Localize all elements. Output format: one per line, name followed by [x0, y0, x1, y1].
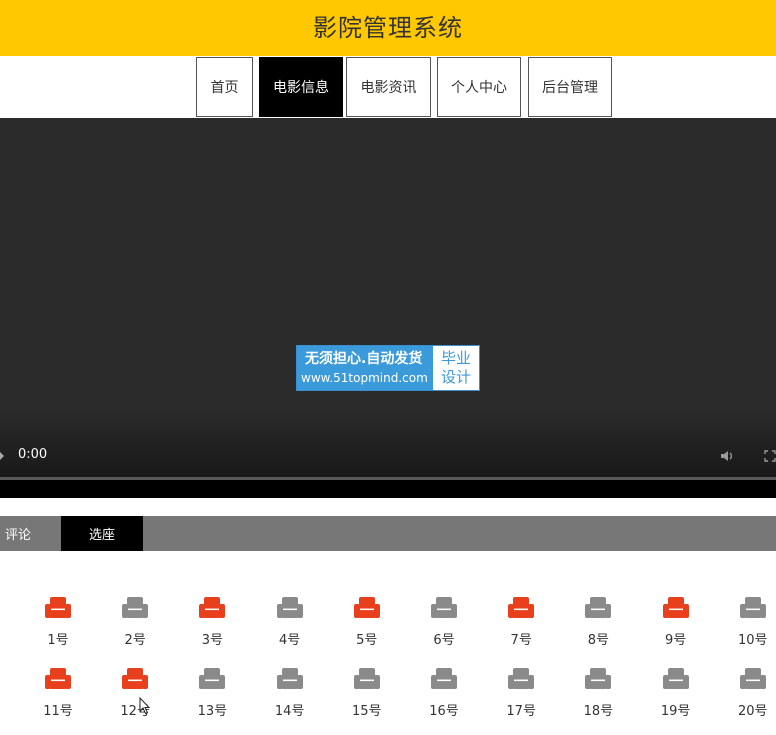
fullscreen-icon[interactable] [764, 449, 776, 463]
watermark-side1: 毕业 [440, 349, 471, 367]
seat-number: 18号 [583, 704, 614, 719]
watermark-banner: 无须担心.自动发货 www.51topmind.com 毕业 设计 [296, 345, 480, 391]
seat-icon [739, 597, 766, 618]
seat-8[interactable]: 8号 [573, 596, 623, 656]
seat-icon [431, 668, 457, 689]
video-player[interactable]: 0:00 无须担心.自动发货 www.51topmind.com 毕业 设计 [0, 118, 776, 498]
seat-number: 7号 [510, 633, 532, 648]
seat-11[interactable]: 11号 [33, 667, 83, 727]
main-nav: 首页 电影信息 电影资讯 个人中心 后台管理 [0, 56, 776, 118]
seat-2[interactable]: 2号 [110, 596, 160, 656]
seat-number: 19号 [660, 704, 691, 719]
seat-13[interactable]: 13号 [187, 667, 237, 727]
seat-4[interactable]: 4号 [265, 596, 315, 656]
seat-10[interactable]: 10号 [728, 596, 776, 656]
seat-icon [508, 597, 535, 618]
seat-number: 2号 [124, 633, 146, 648]
volume-icon[interactable] [720, 449, 736, 463]
seat-number: 15号 [352, 704, 382, 719]
seat-icon [431, 597, 457, 618]
seat-number: 14号 [274, 704, 305, 719]
seat-9[interactable]: 9号 [651, 596, 701, 656]
seat-icon [662, 668, 689, 689]
nav-item-movie-news[interactable]: 电影资讯 [346, 57, 431, 117]
nav-item-personal-center[interactable]: 个人中心 [437, 57, 521, 117]
seat-number: 16号 [429, 704, 459, 719]
watermark-side2: 设计 [440, 368, 471, 386]
seat-16[interactable]: 16号 [419, 667, 469, 727]
seat-15[interactable]: 15号 [342, 667, 392, 727]
seat-icon [353, 597, 380, 618]
seat-number: 10号 [738, 633, 768, 648]
seat-icon [739, 668, 766, 689]
watermark-line1: 无须担心.自动发货 [305, 351, 423, 367]
seat-number: 6号 [433, 633, 455, 648]
video-bottom-bar [0, 480, 776, 498]
nav-item-home[interactable]: 首页 [196, 57, 253, 117]
seat-1[interactable]: 1号 [33, 596, 83, 656]
nav-item-admin[interactable]: 后台管理 [528, 57, 612, 117]
seat-icon [199, 597, 226, 618]
progress-bar[interactable] [0, 477, 776, 480]
seat-icon [508, 668, 535, 689]
detail-tabs: 评论 选座 [0, 516, 776, 551]
seat-14[interactable]: 14号 [265, 667, 315, 727]
tab-comments[interactable]: 评论 [0, 516, 60, 551]
seat-number: 20号 [738, 704, 768, 719]
seat-icon [276, 668, 303, 689]
seat-number: 4号 [278, 633, 301, 648]
seat-number: 5号 [356, 633, 378, 648]
seat-12[interactable]: 12号 [110, 667, 160, 727]
seat-icon [122, 668, 149, 689]
seat-number: 1号 [47, 633, 69, 648]
seat-icon [585, 668, 612, 689]
seat-7[interactable]: 7号 [496, 596, 546, 656]
seat-number: 9号 [664, 633, 687, 648]
seat-icon [122, 597, 149, 618]
nav-item-movie-info[interactable]: 电影信息 [259, 57, 343, 117]
seat-17[interactable]: 17号 [496, 667, 546, 727]
play-icon[interactable] [0, 452, 4, 460]
seat-5[interactable]: 5号 [342, 596, 392, 656]
seat-6[interactable]: 6号 [419, 596, 469, 656]
current-time: 0:00 [18, 447, 48, 462]
seat-number: 13号 [197, 704, 228, 719]
app-header: 影院管理系统 [0, 0, 776, 56]
seat-18[interactable]: 18号 [573, 667, 623, 727]
seat-number: 11号 [43, 704, 73, 719]
watermark-line2: www.51topmind.com [301, 371, 428, 385]
tab-seat-select[interactable]: 选座 [61, 516, 143, 551]
seat-number: 17号 [506, 704, 536, 719]
seat-icon [45, 597, 71, 618]
seat-number: 3号 [201, 633, 224, 648]
seat-icon [276, 597, 303, 618]
seat-3[interactable]: 3号 [187, 596, 237, 656]
seat-number: 12号 [120, 704, 150, 719]
app-title: 影院管理系统 [313, 13, 463, 42]
seat-20[interactable]: 20号 [728, 667, 776, 727]
watermark-right: 毕业 设计 [433, 346, 479, 390]
seat-19[interactable]: 19号 [651, 667, 701, 727]
seat-icon [45, 668, 71, 689]
seat-icon [353, 668, 380, 689]
seat-icon [662, 597, 689, 618]
watermark-left: 无须担心.自动发货 www.51topmind.com [297, 346, 433, 390]
seat-icon [199, 668, 226, 689]
seat-icon [585, 597, 612, 618]
seat-number: 8号 [587, 633, 610, 648]
